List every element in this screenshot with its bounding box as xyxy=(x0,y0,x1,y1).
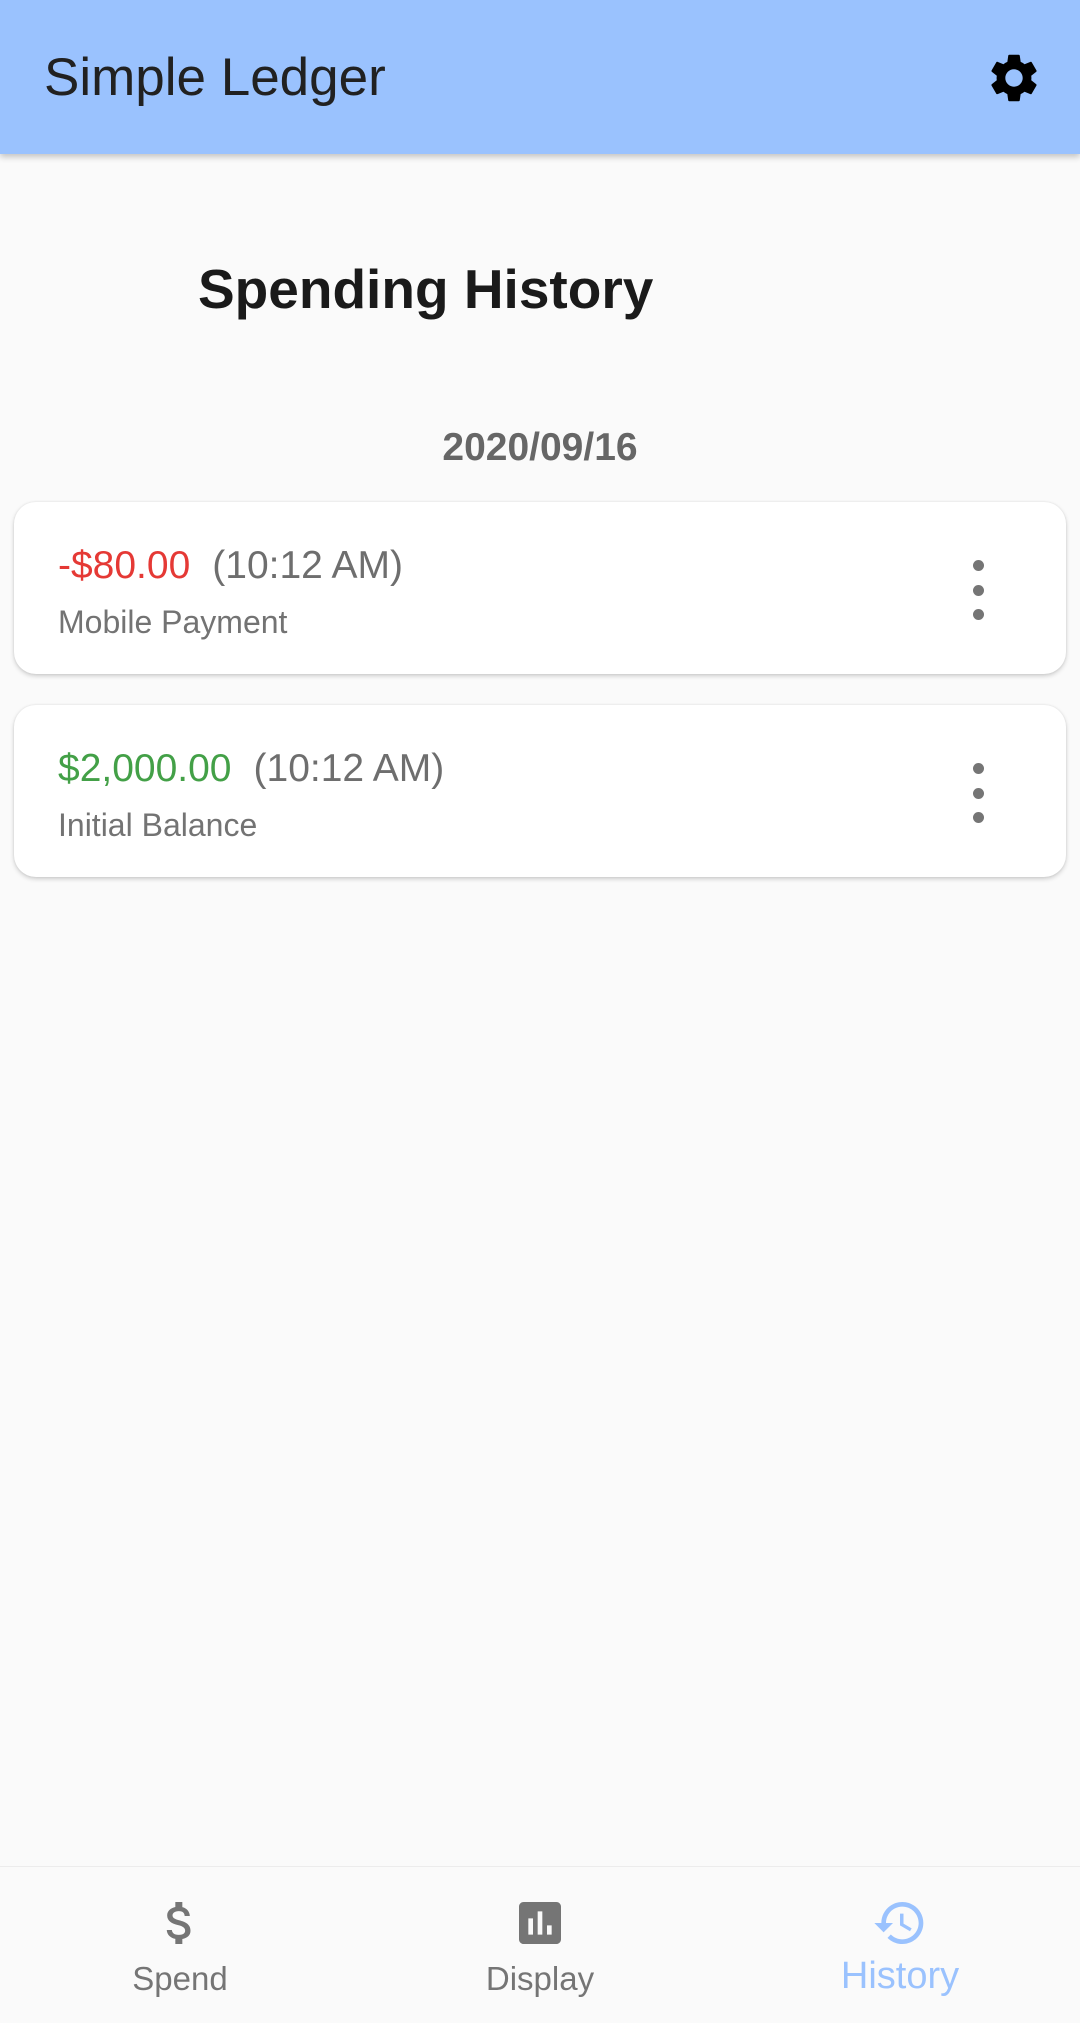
history-icon xyxy=(874,1902,924,1944)
entry-amount: -$80.00 xyxy=(58,544,191,587)
nav-item-history[interactable]: History xyxy=(720,1867,1080,2023)
entry-time: (10:12 AM) xyxy=(212,544,404,587)
history-entry-card[interactable]: $2,000.00 (10:12 AM) Initial Balance xyxy=(14,705,1066,877)
app-bar: Simple Ledger xyxy=(0,0,1080,154)
page-title: Spending History xyxy=(198,258,654,320)
entry-summary: -$80.00 (10:12 AM) xyxy=(58,542,403,590)
nav-label-display: Display xyxy=(485,1960,595,1997)
history-entry-card[interactable]: -$80.00 (10:12 AM) Mobile Payment xyxy=(14,502,1066,674)
entry-time: (10:12 AM) xyxy=(253,747,445,790)
more-options-button[interactable] xyxy=(966,560,990,620)
gear-icon xyxy=(991,54,1037,102)
nav-label-spend: Spend xyxy=(132,1960,228,1997)
settings-button[interactable] xyxy=(976,40,1052,116)
entry-description: Mobile Payment xyxy=(58,604,288,640)
bar-chart-icon xyxy=(519,1902,561,1944)
entry-amount: $2,000.00 xyxy=(58,747,232,790)
app-title: Simple Ledger xyxy=(44,48,386,107)
nav-item-display[interactable]: Display xyxy=(360,1867,720,2023)
date-header: 2020/09/16 xyxy=(442,426,638,469)
dollar-icon xyxy=(166,1902,191,1944)
nav-item-spend[interactable]: Spend xyxy=(0,1867,360,2023)
entry-summary: $2,000.00 (10:12 AM) xyxy=(58,745,444,793)
entry-description: Initial Balance xyxy=(58,807,258,843)
bottom-navigation: Spend Display History xyxy=(0,1866,1080,2023)
nav-label-history: History xyxy=(840,1955,960,1997)
more-options-button[interactable] xyxy=(966,763,990,823)
